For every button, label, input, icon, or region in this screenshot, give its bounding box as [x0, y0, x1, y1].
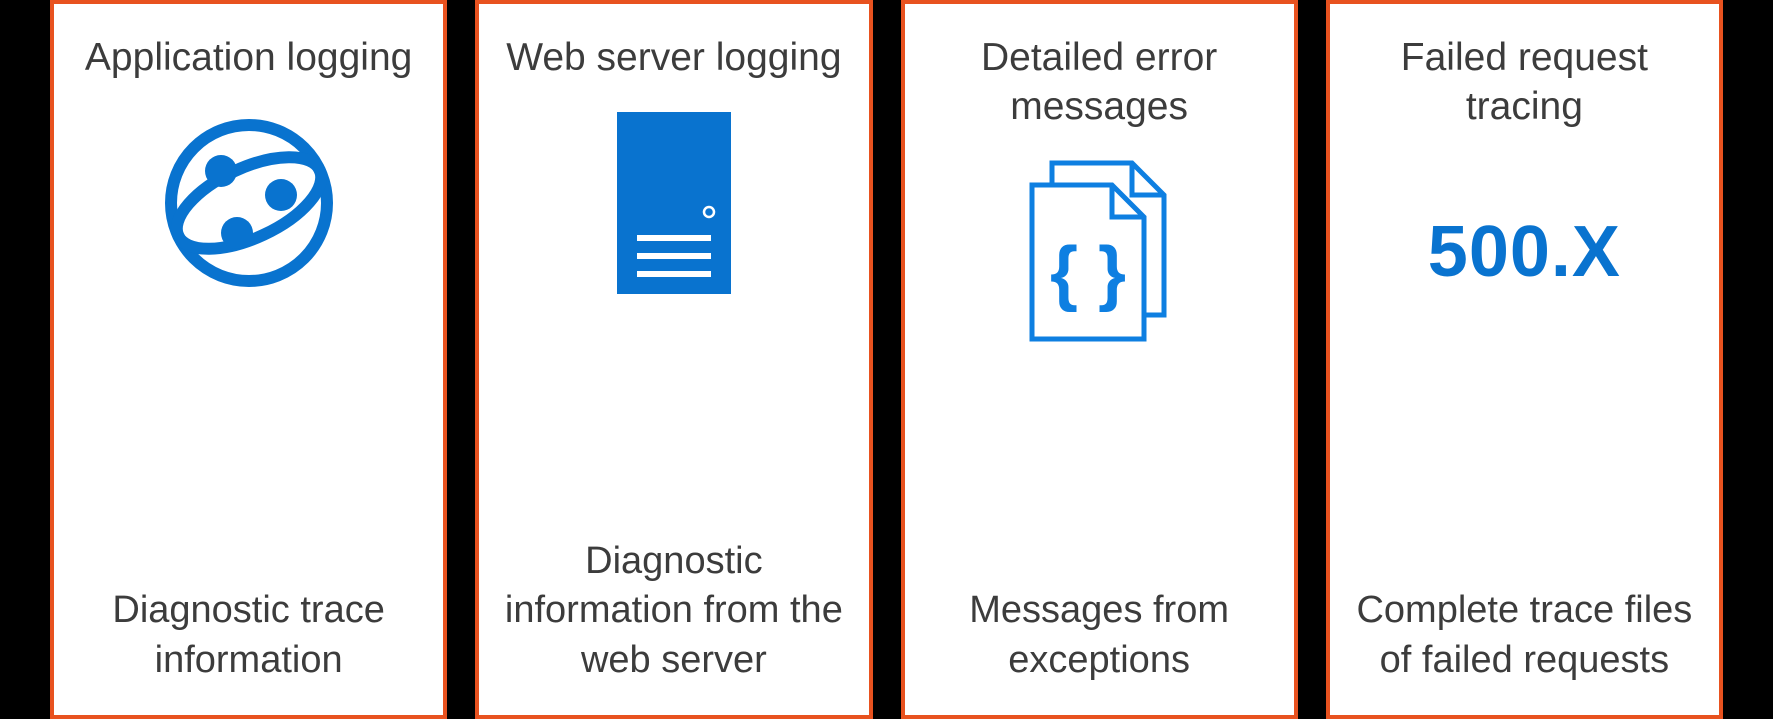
card-detailed-error-messages: Detailed error messages { } Messages fro… — [901, 0, 1298, 719]
code-document-icon: { } — [1014, 152, 1184, 352]
card-description: Complete trace files of failed requests — [1350, 506, 1699, 685]
card-title: Application logging — [85, 34, 412, 83]
card-description: Diagnostic information from the web serv… — [499, 457, 848, 685]
globe-network-icon — [159, 103, 339, 303]
error-code-value: 500.X — [1428, 211, 1621, 293]
card-application-logging: Application logging Diagnostic trace inf… — [50, 0, 447, 719]
card-description: Messages from exceptions — [925, 506, 1274, 685]
card-title: Failed request tracing — [1350, 34, 1699, 132]
server-icon — [609, 103, 739, 303]
card-web-server-logging: Web server logging Diagnostic informatio… — [475, 0, 872, 719]
card-title: Detailed error messages — [925, 34, 1274, 132]
card-failed-request-tracing: Failed request tracing 500.X Complete tr… — [1326, 0, 1723, 719]
svg-text:{ }: { } — [1050, 233, 1126, 313]
card-description: Diagnostic trace information — [74, 506, 423, 685]
error-code-text: 500.X — [1428, 152, 1621, 352]
card-title: Web server logging — [506, 34, 841, 83]
